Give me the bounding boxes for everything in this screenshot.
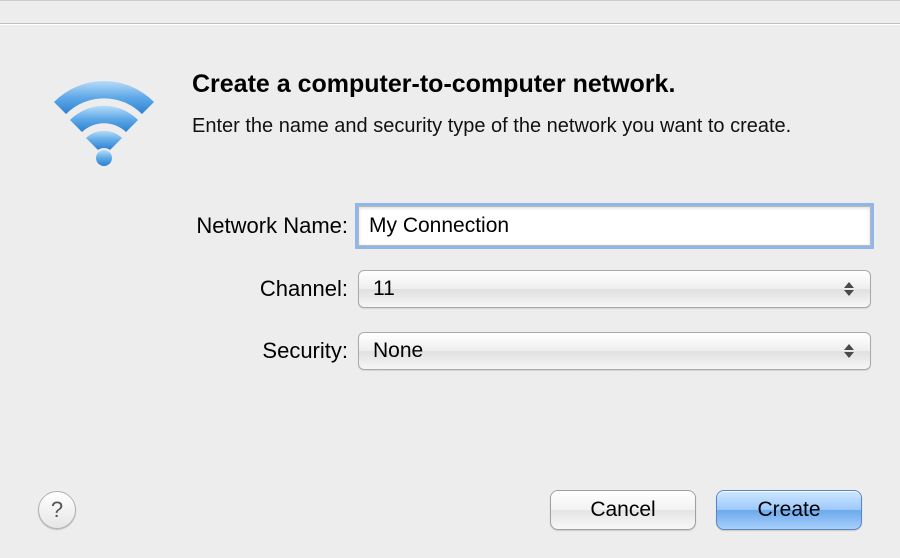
channel-value: 11 [373, 277, 395, 301]
security-value: None [373, 339, 423, 363]
help-icon: ? [51, 497, 63, 523]
form: Network Name: Channel: 11 Security: None [38, 206, 862, 370]
dialog-footer: ? Cancel Create [38, 490, 862, 530]
channel-select[interactable]: 11 [358, 270, 871, 308]
security-select[interactable]: None [358, 332, 871, 370]
security-label: Security: [38, 338, 358, 364]
network-name-input[interactable] [358, 206, 871, 246]
dialog-subtitle: Enter the name and security type of the … [192, 113, 852, 140]
top-divider [0, 23, 900, 24]
network-name-label: Network Name: [38, 213, 358, 239]
wifi-icon [44, 72, 164, 172]
stepper-icon [844, 276, 860, 302]
header-text: Create a computer-to-computer network. E… [192, 70, 862, 140]
dialog-title: Create a computer-to-computer network. [192, 70, 852, 99]
dialog-header: Create a computer-to-computer network. E… [38, 70, 862, 172]
help-button[interactable]: ? [38, 491, 76, 529]
stepper-icon [844, 338, 860, 364]
create-network-dialog: Create a computer-to-computer network. E… [0, 0, 900, 558]
create-button[interactable]: Create [716, 490, 862, 530]
channel-label: Channel: [38, 276, 358, 302]
cancel-button[interactable]: Cancel [550, 490, 696, 530]
